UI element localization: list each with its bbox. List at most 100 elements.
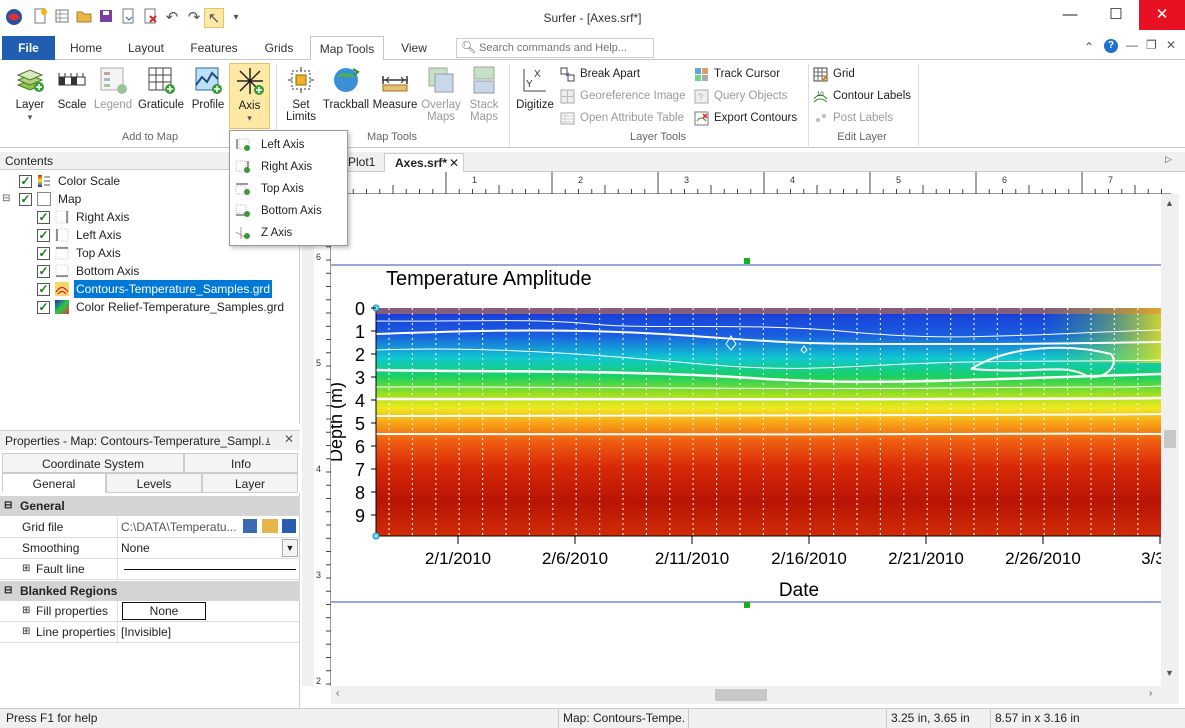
menu-item-z-axis[interactable]: Z Axis (230, 222, 347, 244)
track-cursor-button[interactable]: Track Cursor (694, 64, 804, 84)
checkbox[interactable]: ✓ (19, 175, 32, 188)
scroll-up-icon[interactable]: ▲ (1165, 198, 1174, 208)
selection-handle-top[interactable] (744, 258, 750, 264)
menu-item-right-axis[interactable]: Right Axis (230, 156, 347, 178)
vertical-scrollbar[interactable]: ▲ ▼ (1161, 194, 1179, 686)
undo-icon[interactable]: ↶ (162, 8, 182, 28)
doc-tab-plot1[interactable]: Plot1 (342, 153, 382, 172)
tab-home[interactable]: Home (62, 36, 110, 60)
legend-button[interactable]: Legend (92, 63, 134, 131)
georeference-image-button[interactable]: Georeference Image (560, 86, 690, 106)
open-folder-icon[interactable] (74, 8, 94, 28)
tab-coordinate-system[interactable]: Coordinate System (2, 453, 184, 473)
post-labels-button[interactable]: Post Labels (813, 108, 923, 128)
collapse-section-icon[interactable]: ⊟ (4, 581, 12, 601)
axis-button[interactable]: Axis ▾ (229, 63, 270, 129)
scale-button[interactable]: Scale (54, 63, 90, 131)
checkbox[interactable]: ✓ (37, 211, 50, 224)
graticule-button[interactable]: Graticule (136, 63, 186, 131)
ruler-h-label: 3 (684, 175, 689, 185)
digitize-button[interactable]: XY Digitize (514, 63, 556, 131)
profile-button[interactable]: Profile (188, 63, 228, 131)
export-icon[interactable] (118, 8, 138, 28)
scroll-left-icon[interactable]: ‹ (336, 688, 339, 699)
chevron-down-icon[interactable]: ▼ (282, 539, 298, 557)
maximize-button[interactable]: ☐ (1093, 0, 1139, 30)
checkbox[interactable]: ✓ (37, 301, 50, 314)
tab-scroll-right-icon[interactable]: ▷ (1165, 154, 1172, 165)
menu-item-left-axis[interactable]: Left Axis (230, 134, 347, 156)
tab-levels[interactable]: Levels (106, 473, 202, 493)
measure-button[interactable]: Measure (372, 63, 418, 131)
export-contours-button[interactable]: Export Contours (694, 108, 806, 128)
tab-layout[interactable]: Layout (120, 36, 172, 60)
stack-maps-button[interactable]: Stack Maps (464, 63, 504, 131)
fill-none-swatch[interactable]: None (122, 602, 206, 620)
tab-file[interactable]: File (2, 36, 55, 60)
tab-map-tools[interactable]: Map Tools (310, 36, 384, 61)
tree-item-top-axis[interactable]: ✓ Top Axis (30, 244, 280, 262)
checkbox[interactable]: ✓ (37, 283, 50, 296)
close-window-button[interactable]: ✕ (1139, 0, 1185, 30)
redo-icon[interactable]: ↷ (184, 8, 204, 28)
trackball-button[interactable]: Trackball (322, 63, 370, 131)
scroll-right-icon[interactable]: › (1149, 688, 1152, 699)
horizontal-scrollbar[interactable]: ‹ › (331, 686, 1161, 704)
minimize-button[interactable]: — (1047, 0, 1093, 30)
ruler-v-label: 6 (316, 252, 321, 262)
tree-item-color-relief-layer[interactable]: ✓ Color Relief-Temperature_Samples.grd (30, 298, 290, 316)
save-icon[interactable] (282, 519, 296, 533)
collapse-toggle-icon[interactable]: ⊟ (2, 190, 10, 208)
quick-access-customize-icon[interactable]: ▾ (226, 8, 246, 28)
query-objects-button[interactable]: ? Query Objects (694, 86, 804, 106)
axis-handle-bottom[interactable] (372, 532, 380, 540)
tree-item-bottom-axis[interactable]: ✓ Bottom Axis (30, 262, 280, 280)
collapse-ribbon-icon[interactable]: ⌃ (1084, 40, 1094, 54)
vertical-scroll-thumb[interactable] (1164, 430, 1176, 448)
checkbox[interactable]: ✓ (37, 265, 50, 278)
break-apart-button[interactable]: Break Apart (560, 64, 690, 84)
new-worksheet-icon[interactable] (52, 8, 72, 28)
close-file-icon[interactable] (140, 8, 160, 28)
menu-item-top-axis[interactable]: Top Axis (230, 178, 347, 200)
close-tab-icon[interactable]: ✕ (449, 154, 459, 173)
doc-tab-axes[interactable]: Axes.srf* ✕ (384, 153, 464, 172)
save-icon[interactable] (96, 8, 116, 28)
selection-handle-bottom[interactable] (744, 602, 750, 608)
tab-general[interactable]: General (2, 473, 106, 493)
smoothing-select[interactable]: None (121, 538, 296, 559)
plot-canvas[interactable]: 0 1 2 3 4 5 6 7 8 9 2/1/2010 2/6/2010 2/11/2010 2/16… (331, 194, 1161, 686)
new-file-icon[interactable] (30, 8, 50, 28)
doc-restore-icon[interactable]: ❐ (1146, 38, 1157, 52)
select-pointer-icon[interactable]: ↖ (204, 8, 224, 28)
contour-labels-button[interactable]: 10 Contour Labels (813, 86, 923, 106)
layer-button[interactable]: Layer ▾ (8, 63, 52, 131)
scroll-down-icon[interactable]: ▼ (1165, 668, 1174, 678)
collapse-section-icon[interactable]: ⊟ (4, 496, 12, 516)
tree-item-contours-layer[interactable]: ✓ Contours-Temperature_Samples.grd (30, 280, 290, 298)
app-logo-icon[interactable] (4, 8, 24, 28)
grid-info-icon[interactable] (243, 519, 257, 533)
horizontal-scroll-thumb[interactable] (715, 689, 767, 701)
tab-info[interactable]: Info (184, 453, 298, 473)
pin-icon[interactable]: ⭳ (266, 433, 270, 452)
checkbox[interactable]: ✓ (37, 229, 50, 242)
set-limits-button[interactable]: Set Limits (282, 63, 320, 131)
fault-line-sample[interactable] (124, 569, 296, 570)
tab-layer[interactable]: Layer (202, 473, 298, 493)
edit-grid-button[interactable]: Grid (813, 64, 923, 84)
help-icon[interactable]: ? (1104, 39, 1118, 53)
overlay-maps-button[interactable]: Overlay Maps (420, 63, 462, 131)
open-attribute-table-button[interactable]: Open Attribute Table (560, 108, 690, 128)
search-input[interactable]: Search commands and Help... (456, 38, 654, 58)
tab-grids[interactable]: Grids (256, 36, 302, 60)
close-panel-icon[interactable]: ✕ (284, 432, 294, 446)
doc-close-icon[interactable]: ✕ (1166, 38, 1176, 52)
doc-minimize-icon[interactable]: — (1126, 38, 1138, 52)
checkbox[interactable]: ✓ (19, 193, 32, 206)
checkbox[interactable]: ✓ (37, 247, 50, 260)
open-folder-icon[interactable] (262, 519, 278, 533)
tab-view[interactable]: View (392, 36, 436, 60)
tab-features[interactable]: Features (184, 36, 244, 60)
menu-item-bottom-axis[interactable]: Bottom Axis (230, 200, 347, 222)
